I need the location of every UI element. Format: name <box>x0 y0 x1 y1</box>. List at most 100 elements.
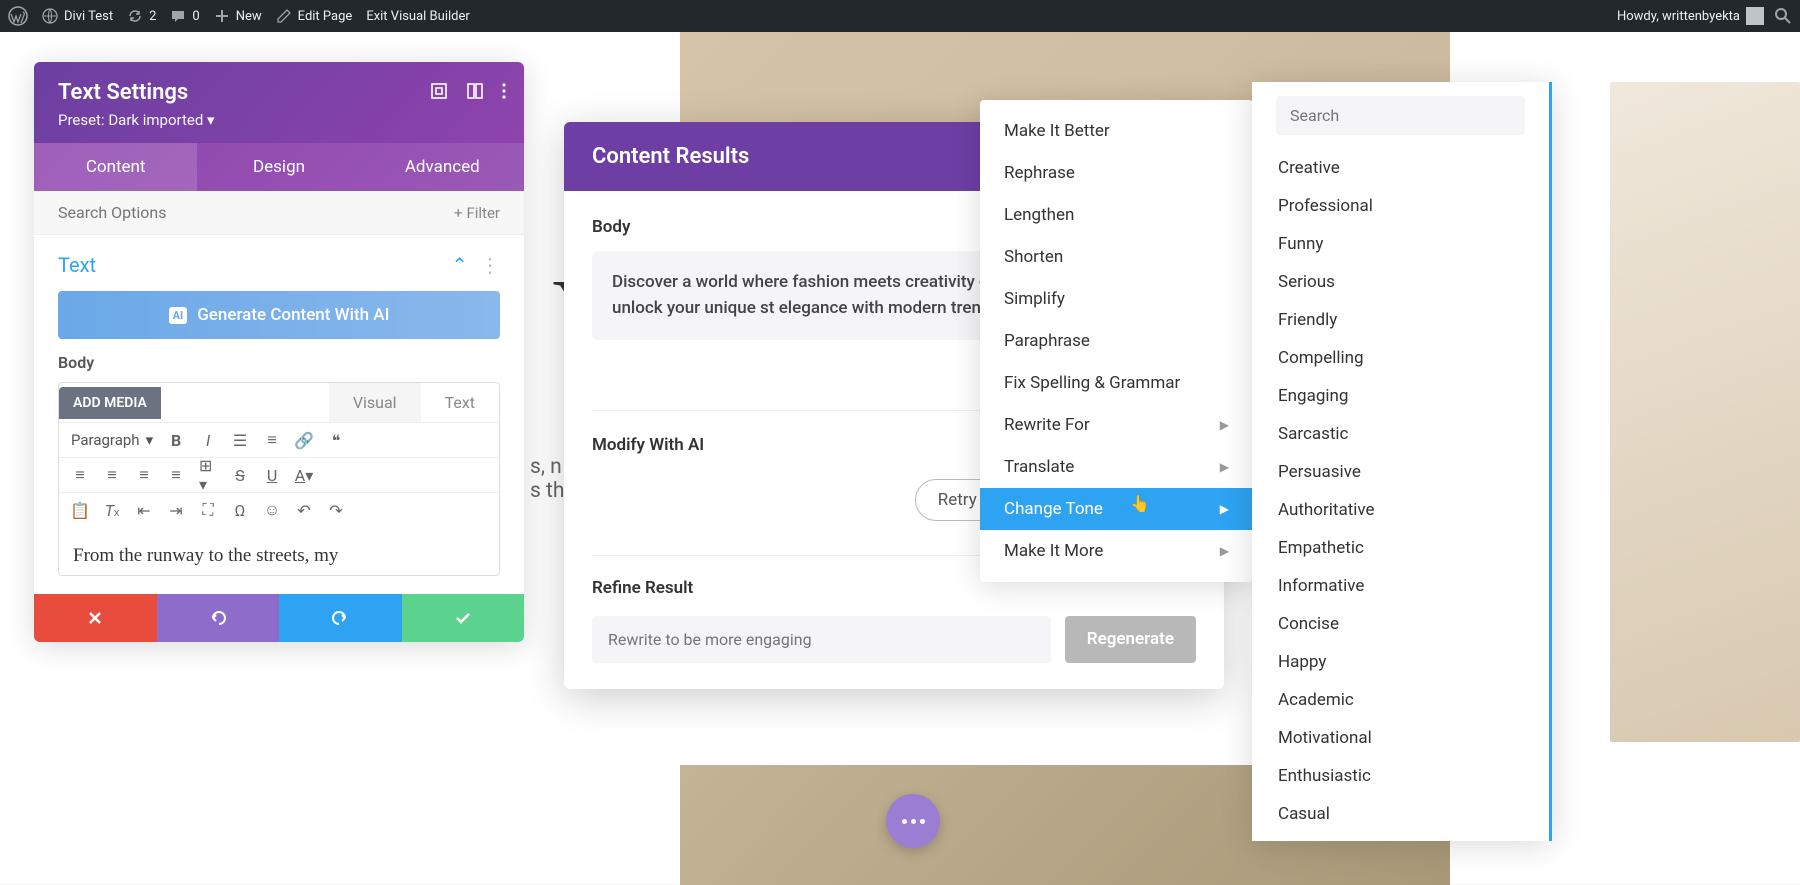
outdent-icon[interactable]: ⇤ <box>135 501 153 519</box>
tone-submenu: Creative Professional Funny Serious Frie… <box>1252 82 1552 841</box>
preset-selector[interactable]: Preset: Dark imported ▾ <box>58 111 500 129</box>
settings-tabs: Content Design Advanced <box>34 143 524 191</box>
expand-icon[interactable] <box>430 82 448 104</box>
paste-icon[interactable]: 📋 <box>71 501 89 519</box>
menu-make-it-better[interactable]: Make It Better <box>980 110 1253 152</box>
divi-fab-button[interactable] <box>886 794 940 848</box>
tone-friendly[interactable]: Friendly <box>1252 301 1549 339</box>
table-icon[interactable]: ⊞ ▾ <box>199 466 217 484</box>
tab-advanced[interactable]: Advanced <box>361 143 524 191</box>
underline-icon[interactable]: U <box>263 466 281 484</box>
more-icon[interactable] <box>502 82 506 104</box>
tone-funny[interactable]: Funny <box>1252 225 1549 263</box>
snap-icon[interactable] <box>466 82 484 104</box>
save-button[interactable] <box>402 594 525 642</box>
number-list-icon[interactable]: ≡ <box>263 431 281 449</box>
side-image <box>1610 82 1800 742</box>
new-content[interactable]: New <box>214 8 262 24</box>
tone-persuasive[interactable]: Persuasive <box>1252 453 1549 491</box>
tone-sarcastic[interactable]: Sarcastic <box>1252 415 1549 453</box>
updates[interactable]: 2 <box>127 8 156 24</box>
indent-icon[interactable]: ⇥ <box>167 501 185 519</box>
site-name[interactable]: Divi Test <box>42 8 113 24</box>
search-options-row: + Filter <box>34 191 524 235</box>
quote-icon[interactable]: ❝ <box>327 431 345 449</box>
tone-serious[interactable]: Serious <box>1252 263 1549 301</box>
tone-happy[interactable]: Happy <box>1252 643 1549 681</box>
menu-rephrase[interactable]: Rephrase <box>980 152 1253 194</box>
clear-format-icon[interactable]: Tₓ <box>103 501 121 519</box>
settings-header: Text Settings Preset: Dark imported ▾ <box>34 62 524 143</box>
menu-shorten[interactable]: Shorten <box>980 236 1253 278</box>
edit-page[interactable]: Edit Page <box>276 8 353 24</box>
wysiwyg-editor: ADD MEDIA Visual Text Paragraph ▾ B I ☰ … <box>58 382 500 576</box>
regenerate-button[interactable]: Regenerate <box>1065 616 1196 663</box>
section-more-icon[interactable]: ⋮ <box>480 253 500 277</box>
bullet-list-icon[interactable]: ☰ <box>231 431 249 449</box>
tone-enthusiastic[interactable]: Enthusiastic <box>1252 757 1549 795</box>
menu-translate[interactable]: Translate▶ <box>980 446 1253 488</box>
align-center-icon[interactable]: ≡ <box>103 466 121 484</box>
align-right-icon[interactable]: ≡ <box>135 466 153 484</box>
generate-content-ai-button[interactable]: AI Generate Content With AI <box>58 291 500 339</box>
tone-search-input[interactable] <box>1276 96 1525 135</box>
tone-compelling[interactable]: Compelling <box>1252 339 1549 377</box>
menu-make-it-more[interactable]: Make It More▶ <box>980 530 1253 572</box>
special-char-icon[interactable]: Ω <box>231 501 249 519</box>
menu-simplify[interactable]: Simplify <box>980 278 1253 320</box>
redo-action-button[interactable] <box>279 594 402 642</box>
refine-input[interactable] <box>592 616 1051 663</box>
tone-informative[interactable]: Informative <box>1252 567 1549 605</box>
strikethrough-icon[interactable]: S <box>231 466 249 484</box>
cancel-button[interactable] <box>34 594 157 642</box>
search-options-input[interactable] <box>58 203 454 222</box>
search-icon[interactable] <box>1774 7 1792 25</box>
settings-actions <box>34 594 524 642</box>
wp-admin-bar: Divi Test 2 0 New Edit Page Exit Visual … <box>0 0 1800 32</box>
undo-icon[interactable]: ↶ <box>295 501 313 519</box>
menu-paraphrase[interactable]: Paraphrase <box>980 320 1253 362</box>
tab-visual[interactable]: Visual <box>329 383 421 422</box>
tone-concise[interactable]: Concise <box>1252 605 1549 643</box>
improve-ai-menu: Make It Better Rephrase Lengthen Shorten… <box>980 100 1253 582</box>
comments[interactable]: 0 <box>170 8 199 24</box>
ai-badge-icon: AI <box>169 307 188 324</box>
body-label: Body <box>58 353 500 372</box>
exit-visual-builder[interactable]: Exit Visual Builder <box>366 9 469 24</box>
tab-text[interactable]: Text <box>421 383 499 422</box>
tone-motivational[interactable]: Motivational <box>1252 719 1549 757</box>
align-justify-icon[interactable]: ≡ <box>167 466 185 484</box>
fullscreen-icon[interactable]: ⛶ <box>199 501 217 519</box>
menu-fix-spelling[interactable]: Fix Spelling & Grammar <box>980 362 1253 404</box>
filter-button[interactable]: + Filter <box>454 204 500 222</box>
add-media-button[interactable]: ADD MEDIA <box>59 387 161 419</box>
chevron-up-icon[interactable]: ⌃ <box>451 253 468 277</box>
paragraph-dropdown[interactable]: Paragraph ▾ <box>71 431 153 449</box>
menu-change-tone[interactable]: Change Tone▶ <box>980 488 1253 530</box>
bold-icon[interactable]: B <box>167 431 185 449</box>
link-icon[interactable]: 🔗 <box>295 431 313 449</box>
tone-authoritative[interactable]: Authoritative <box>1252 491 1549 529</box>
text-color-icon[interactable]: A ▾ <box>295 466 313 484</box>
redo-icon[interactable]: ↷ <box>327 501 345 519</box>
text-section-toggle[interactable]: Text ⌃ ⋮ <box>58 253 500 277</box>
wp-logo[interactable] <box>8 6 28 26</box>
tone-empathetic[interactable]: Empathetic <box>1252 529 1549 567</box>
tone-casual[interactable]: Casual <box>1252 795 1549 833</box>
italic-icon[interactable]: I <box>199 431 217 449</box>
cursor-icon: 👆 <box>1130 494 1150 513</box>
tone-engaging[interactable]: Engaging <box>1252 377 1549 415</box>
undo-action-button[interactable] <box>157 594 280 642</box>
tone-professional[interactable]: Professional <box>1252 187 1549 225</box>
menu-lengthen[interactable]: Lengthen <box>980 194 1253 236</box>
menu-rewrite-for[interactable]: Rewrite For▶ <box>980 404 1253 446</box>
tone-academic[interactable]: Academic <box>1252 681 1549 719</box>
tab-design[interactable]: Design <box>197 143 360 191</box>
tab-content[interactable]: Content <box>34 143 197 191</box>
editor-content[interactable]: From the runway to the streets, my <box>59 527 499 575</box>
align-left-icon[interactable]: ≡ <box>71 466 89 484</box>
howdy-user[interactable]: Howdy, writtenbyekta <box>1617 7 1764 25</box>
emoji-icon[interactable]: ☺ <box>263 501 281 519</box>
text-settings-panel: Text Settings Preset: Dark imported ▾ Co… <box>34 62 524 642</box>
tone-creative[interactable]: Creative <box>1252 149 1549 187</box>
